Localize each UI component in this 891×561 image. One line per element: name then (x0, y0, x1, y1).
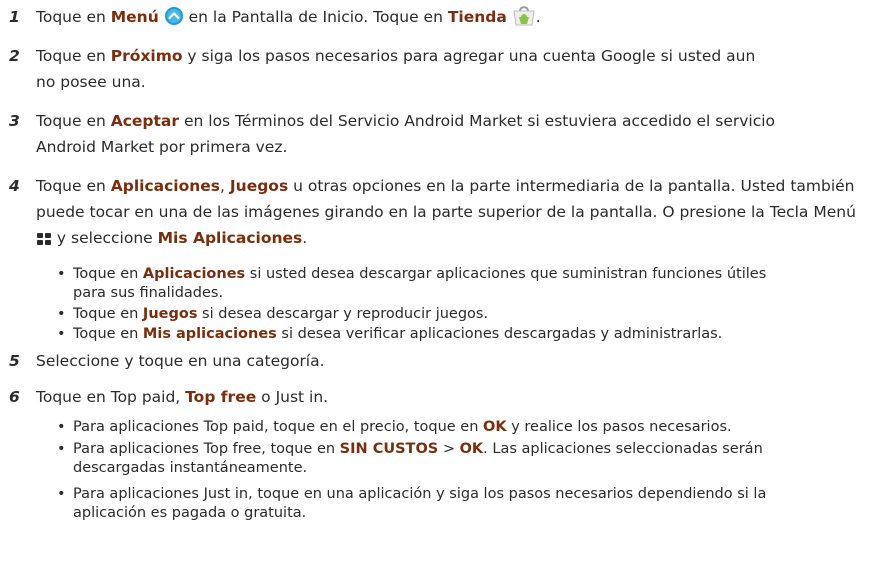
bullet-text: Toque en Aplicaciones si usted desea des… (73, 266, 767, 301)
step-number: 1 (9, 8, 20, 26)
step-text: Seleccione y toque en una categoría. (36, 352, 325, 370)
list-item: • Para aplicaciones Just in, toque en un… (0, 485, 885, 523)
top-free-term: Top free (185, 388, 257, 406)
step-5: 5 Seleccione y toque en una categoría. (0, 348, 885, 374)
step-2: 2 Toque en Próximo y siga los pasos nece… (0, 43, 885, 95)
instructions-page: 1 Toque en Menú en la Pantalla de Inicio… (0, 0, 891, 561)
list-item: • Para aplicaciones Top free, toque en S… (0, 440, 885, 478)
step-1: 1 Toque en Menú en la Pantalla de Inicio… (0, 4, 885, 34)
step-number: 6 (9, 388, 20, 406)
bullet-symbol: • (57, 441, 66, 457)
menu-term: Menú (110, 8, 159, 26)
step-text: Toque en Aceptar en los Términos del Ser… (36, 112, 776, 156)
step-number: 2 (9, 47, 20, 65)
list-item: • Toque en Mis aplicaciones si desea ver… (0, 325, 885, 344)
games-term: Juegos (229, 177, 289, 195)
list-item: • Toque en Aplicaciones si usted desea d… (0, 265, 885, 303)
next-term: Próximo (110, 47, 183, 65)
menu-circle-icon (164, 6, 184, 34)
bullet-symbol: • (57, 306, 66, 322)
bullet-symbol: • (57, 326, 66, 342)
step-number: 5 (9, 352, 20, 370)
market-bag-icon (512, 4, 536, 34)
step-number: 3 (9, 112, 20, 130)
bullet-text: Toque en Juegos si desea descargar y rep… (73, 306, 489, 322)
bullet-symbol: • (57, 266, 66, 282)
step-3: 3 Toque en Aceptar en los Términos del S… (0, 108, 885, 160)
step-text: Toque en Top paid, Top free o Just in. (36, 388, 329, 406)
step-4: 4 Toque en Aplicaciones, Juegos u otras … (0, 173, 885, 255)
bullet-text: Para aplicaciones Just in, toque en una … (73, 486, 767, 521)
step-text: Toque en Aplicaciones, Juegos u otras op… (36, 173, 876, 255)
list-item: • Toque en Juegos si desea descargar y r… (0, 305, 885, 324)
step-text: Toque en Próximo y siga los pasos necesa… (36, 47, 756, 91)
accept-term: Aceptar (110, 112, 180, 130)
bullet-symbol: • (57, 486, 66, 502)
step-text: Toque en Menú en la Pantalla de Inicio. … (36, 4, 885, 34)
store-term: Tienda (447, 8, 507, 26)
list-item: • Para aplicaciones Top paid, toque en e… (0, 418, 885, 437)
step-6: 6 Toque en Top paid, Top free o Just in. (0, 384, 885, 410)
applications-term: Aplicaciones (110, 177, 221, 195)
step-number: 4 (9, 177, 20, 195)
menu-key-icon (36, 229, 52, 255)
bullet-symbol: • (57, 419, 66, 435)
bullet-text: Para aplicaciones Top free, toque en SIN… (73, 441, 763, 476)
bullet-text: Para aplicaciones Top paid, toque en el … (73, 419, 732, 435)
bullet-text: Toque en Mis aplicaciones si desea verif… (73, 326, 723, 342)
my-apps-term: Mis Aplicaciones (157, 229, 303, 247)
